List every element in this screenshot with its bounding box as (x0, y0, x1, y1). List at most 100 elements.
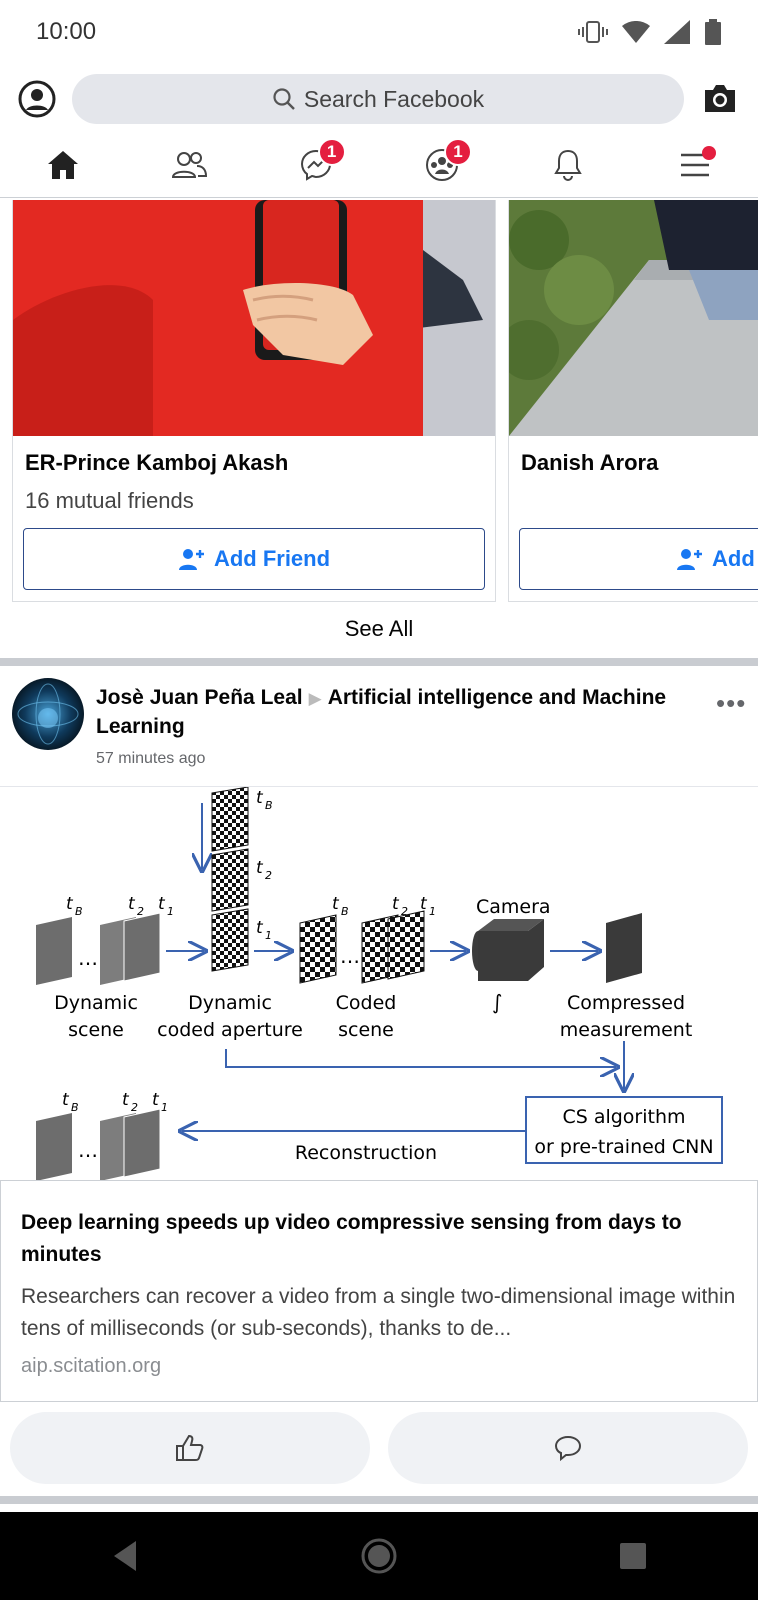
coded-scene-frames: … tB t2 t1 (299, 894, 436, 984)
svg-text:t: t (256, 918, 264, 938)
add-friend-button[interactable]: Add Friend (23, 528, 485, 590)
more-options-icon[interactable]: ••• (716, 688, 746, 719)
svg-text:Coded: Coded (336, 992, 397, 1014)
aperture-mask-bottom (211, 908, 249, 972)
post-actions (0, 1412, 758, 1484)
friend-photo-image (509, 200, 758, 436)
post-timestamp[interactable]: 57 minutes ago (96, 750, 205, 768)
top-bar: Search Facebook (0, 72, 758, 128)
svg-text:2: 2 (137, 905, 144, 918)
link-title: Deep learning speeds up video compressiv… (21, 1211, 682, 1266)
comment-button[interactable] (388, 1412, 748, 1484)
svg-text:…: … (340, 944, 360, 968)
link-preview[interactable]: Deep learning speeds up video compressiv… (0, 1180, 758, 1402)
dynamic-scene-frames: … tB t2 t1 (36, 894, 174, 985)
suggestion-card: Danish Arora Add (508, 200, 758, 602)
bell-icon (554, 149, 583, 181)
svg-text:coded aperture: coded aperture (157, 1019, 303, 1041)
home-button-icon[interactable] (361, 1538, 397, 1574)
add-friend-label: Add (712, 546, 755, 571)
add-friend-icon (677, 549, 702, 570)
post-author-line: Josè Juan Peña Leal ▶ Artificial intellige… (96, 684, 676, 741)
integral-symbol: ∫ (492, 990, 502, 1014)
svg-text:t: t (62, 1090, 70, 1110)
suggestion-name[interactable]: Danish Arora (521, 450, 658, 476)
svg-text:…: … (78, 1138, 98, 1162)
svg-text:Dynamic: Dynamic (54, 992, 138, 1014)
suggestion-photo[interactable] (13, 200, 495, 436)
system-navigation-bar (0, 1512, 758, 1600)
add-friend-label: Add Friend (213, 546, 331, 571)
svg-text:B: B (265, 799, 273, 812)
tab-messenger[interactable]: 1 (253, 132, 379, 197)
compressive-sensing-diagram: t B ⋮ t 2 t 1 … tB t2 t1 … tB t2 t (36, 787, 723, 1180)
add-friend-button[interactable]: Add (519, 528, 758, 590)
svg-text:t: t (256, 858, 264, 878)
status-icons (578, 19, 722, 45)
nav-tabs: 1 1 (0, 132, 758, 198)
svg-text:1: 1 (265, 929, 272, 942)
svg-text:2: 2 (265, 869, 272, 882)
suggestion-card: ER-Prince Kamboj Akash 16 mutual friends… (12, 200, 496, 602)
svg-text:measurement: measurement (560, 1019, 693, 1041)
profile-icon[interactable] (18, 80, 56, 118)
friend-photo-image (13, 200, 495, 436)
recents-icon[interactable] (618, 1541, 648, 1571)
tab-menu[interactable] (632, 132, 758, 197)
reconstructed-frames: … tB t2 t1 (36, 1090, 168, 1180)
svg-text:t: t (420, 894, 428, 914)
camera-icon[interactable] (702, 82, 738, 114)
home-icon (48, 150, 79, 179)
tb-label: t (256, 788, 264, 808)
svg-text:t: t (122, 1090, 130, 1110)
svg-text:t: t (158, 894, 166, 914)
author-avatar[interactable] (12, 678, 84, 750)
groups-badge: 1 (443, 138, 472, 166)
avatar-image (17, 683, 79, 745)
svg-text:t: t (152, 1090, 160, 1110)
suggestion-photo[interactable] (509, 200, 758, 436)
svg-text:2: 2 (401, 905, 408, 918)
post-header: Josè Juan Peña Leal ▶ Artificial intellige… (0, 666, 758, 776)
svg-text:or pre-trained CNN: or pre-trained CNN (534, 1136, 713, 1158)
section-divider (0, 1496, 758, 1504)
see-all-link[interactable]: See All (0, 616, 758, 642)
people-you-may-know: ER-Prince Kamboj Akash 16 mutual friends… (0, 200, 758, 656)
tab-friends[interactable] (126, 132, 252, 197)
menu-dot-badge (701, 146, 716, 160)
link-domain: aip.scitation.org (21, 1355, 162, 1377)
svg-text:t: t (128, 894, 136, 914)
svg-text:2: 2 (131, 1101, 138, 1114)
compressed-measurement-image (606, 913, 642, 983)
link-description: Researchers can recover a video from a s… (21, 1285, 736, 1340)
messenger-badge: 1 (317, 138, 346, 166)
search-placeholder: Search Facebook (303, 85, 485, 112)
suggestion-name[interactable]: ER-Prince Kamboj Akash (25, 450, 288, 476)
svg-text:Compressed: Compressed (567, 992, 685, 1014)
svg-text:1: 1 (167, 905, 174, 918)
svg-text:B: B (341, 905, 349, 918)
status-bar: 10:00 (0, 0, 758, 64)
back-icon[interactable] (110, 1539, 140, 1573)
svg-text:t: t (392, 894, 400, 914)
author-name[interactable]: Josè Juan Peña Leal (96, 686, 303, 709)
wifi-icon (622, 21, 650, 43)
post-image[interactable]: t B ⋮ t 2 t 1 … tB t2 t1 … tB t2 t (0, 786, 758, 1180)
camera-box (472, 919, 544, 981)
status-time: 10:00 (36, 18, 97, 45)
vibrate-icon (578, 21, 608, 43)
reconstruction-label: Reconstruction (295, 1142, 437, 1164)
search-bar[interactable]: Search Facebook (72, 74, 684, 124)
aperture-mask-middle (211, 848, 249, 912)
like-icon (176, 1434, 204, 1461)
comment-icon (554, 1435, 582, 1462)
tab-groups[interactable]: 1 (379, 132, 505, 197)
search-icon (273, 88, 295, 110)
svg-text:t: t (66, 894, 74, 914)
svg-text:Dynamic: Dynamic (188, 992, 272, 1014)
like-button[interactable] (10, 1412, 370, 1484)
svg-text:CS algorithm: CS algorithm (562, 1106, 685, 1128)
tab-notifications[interactable] (505, 132, 631, 197)
tab-home[interactable] (0, 132, 126, 197)
mutual-friends: 16 mutual friends (25, 488, 194, 513)
